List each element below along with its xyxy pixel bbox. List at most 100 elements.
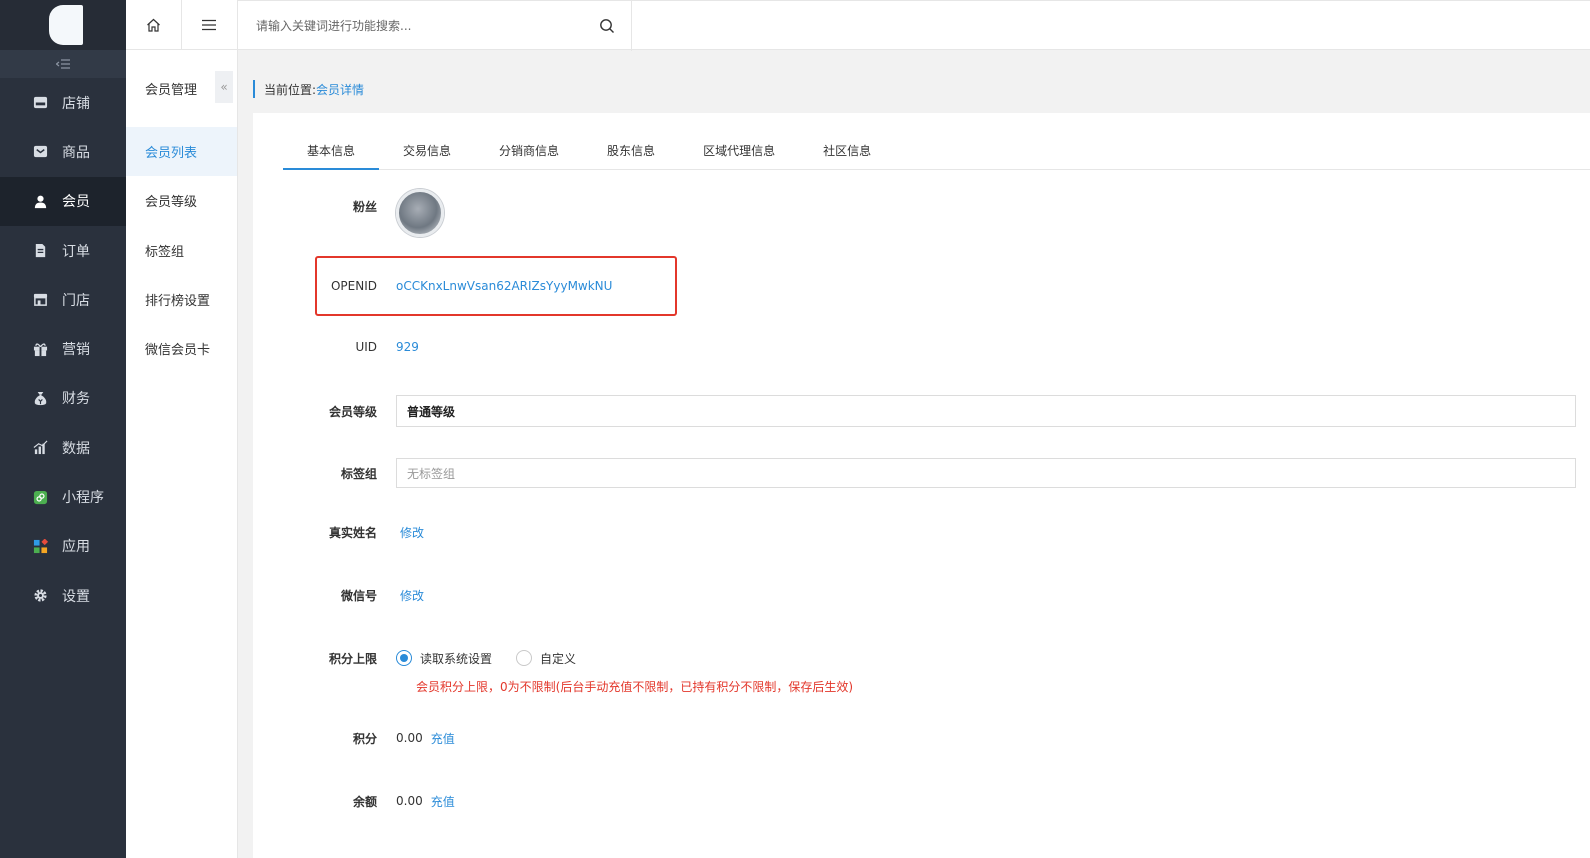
- avatar[interactable]: [396, 189, 444, 237]
- sidebar-item-store[interactable]: 店铺: [0, 78, 126, 127]
- indent-icon: [56, 59, 70, 69]
- tag-group-label: 标签组: [340, 466, 377, 481]
- subbar-item-ranking-settings[interactable]: 排行榜设置: [126, 275, 237, 324]
- openid-value[interactable]: oCCKnxLnwVsan62ARIZsYyyMwkNU: [396, 279, 612, 293]
- member-detail-card: 基本信息 交易信息 分销商信息 股东信息 区域代理信息 社区信息 粉丝 OPEN…: [253, 113, 1590, 858]
- member-level-label: 会员等级: [328, 404, 377, 419]
- breadcrumb-current[interactable]: 会员详情: [316, 81, 364, 98]
- sidebar-item-apps[interactable]: 应用: [0, 522, 126, 571]
- sidebar-item-label: 会员: [62, 194, 90, 211]
- points-limit-label: 积分上限: [328, 651, 377, 666]
- fans-label: 粉丝: [352, 200, 377, 214]
- uid-row: UID 929: [253, 337, 419, 357]
- wechat-row: 微信号 修改: [253, 585, 424, 605]
- radio-system-label: 读取系统设置: [420, 651, 493, 666]
- openid-row: OPENID oCCKnxLnwVsan62ARIZsYyyMwkNU: [253, 276, 612, 296]
- sidebar-item-label: 数据: [62, 440, 90, 457]
- user-icon: [32, 193, 48, 209]
- top-bar: [238, 0, 1590, 51]
- real-name-edit-link[interactable]: 修改: [400, 524, 424, 541]
- sidebar-item-order[interactable]: 订单: [0, 226, 126, 275]
- tag-group-row: 标签组 无标签组: [253, 457, 1576, 489]
- fans-row: 粉丝: [253, 189, 444, 239]
- hamburger-icon: [202, 19, 217, 31]
- logo: [49, 5, 83, 45]
- subbar-title-row: 会员管理 «: [126, 50, 237, 127]
- subbar-collapse-button[interactable]: «: [215, 71, 233, 103]
- balance-row: 余额 0.00 充值: [253, 791, 455, 811]
- money-bag-icon: [32, 390, 48, 406]
- search-box: [238, 1, 632, 51]
- uid-value[interactable]: 929: [396, 340, 419, 354]
- breadcrumb-prefix: 当前位置:: [264, 82, 317, 97]
- sidebar-item-label: 店铺: [62, 95, 90, 112]
- points-limit-row: 积分上限 读取系统设置 自定义: [253, 648, 600, 668]
- sidebar-item-label: 设置: [62, 588, 90, 605]
- radio-custom[interactable]: 自定义: [516, 650, 576, 667]
- member-level-select[interactable]: 普通等级: [396, 395, 1576, 427]
- main-nav: 店铺 商品 会员 订单 门店 营销 财务 数据 小程序 应用 设置: [0, 78, 126, 620]
- subbar-item-member-level[interactable]: 会员等级: [126, 176, 237, 225]
- tab-basic-info[interactable]: 基本信息: [283, 135, 380, 170]
- points-label: 积分: [352, 731, 377, 746]
- search-icon[interactable]: [599, 18, 615, 34]
- breadcrumb: 当前位置: 会员详情: [253, 80, 364, 98]
- tab-bar: 基本信息 交易信息 分销商信息 股东信息 区域代理信息 社区信息: [283, 135, 1590, 170]
- subbar-toolbar: [126, 0, 237, 50]
- sidebar-item-goods[interactable]: 商品: [0, 127, 126, 176]
- home-button[interactable]: [126, 0, 182, 50]
- radio-dot: [396, 650, 412, 666]
- subbar-title: 会员管理: [145, 83, 198, 98]
- radio-system-setting[interactable]: 读取系统设置: [396, 650, 492, 667]
- sidebar-item-member[interactable]: 会员: [0, 176, 126, 226]
- sidebar-item-marketing[interactable]: 营销: [0, 324, 126, 373]
- member-level-row: 会员等级 普通等级: [253, 394, 1576, 428]
- wechat-edit-link[interactable]: 修改: [400, 587, 424, 604]
- tag-group-input[interactable]: 无标签组: [396, 458, 1576, 488]
- tab-regional-agent-info[interactable]: 区域代理信息: [679, 135, 799, 170]
- sidebar-item-data[interactable]: 数据: [0, 423, 126, 472]
- home-icon: [146, 18, 160, 32]
- tab-trade-info[interactable]: 交易信息: [379, 135, 475, 170]
- miniprogram-icon: [32, 489, 48, 505]
- gift-icon: [32, 341, 48, 357]
- uid-label: UID: [355, 340, 377, 354]
- apps-icon: [32, 538, 48, 554]
- sidebar-item-label: 营销: [62, 342, 90, 359]
- sidebar-item-shop[interactable]: 门店: [0, 275, 126, 324]
- main-sidebar: 店铺 商品 会员 订单 门店 营销 财务 数据 小程序 应用 设置: [0, 0, 126, 858]
- balance-recharge-link[interactable]: 充值: [431, 793, 455, 810]
- sidebar-item-label: 应用: [62, 539, 90, 556]
- points-recharge-link[interactable]: 充值: [431, 730, 455, 747]
- subbar-item-member-list[interactable]: 会员列表: [126, 127, 237, 177]
- tab-distributor-info[interactable]: 分销商信息: [475, 135, 583, 170]
- points-row: 积分 0.00 充值: [253, 728, 455, 748]
- shop-icon: [32, 292, 48, 308]
- points-value: 0.00: [396, 731, 423, 745]
- goods-icon: [32, 144, 48, 160]
- sidebar-item-label: 门店: [62, 292, 90, 309]
- real-name-row: 真实姓名 修改: [253, 522, 424, 542]
- sidebar-item-finance[interactable]: 财务: [0, 374, 126, 423]
- sidebar-item-label: 订单: [62, 243, 90, 260]
- sidebar-toggle-button[interactable]: [0, 50, 126, 78]
- real-name-label: 真实姓名: [328, 525, 377, 540]
- openid-label: OPENID: [330, 279, 377, 293]
- tab-community-info[interactable]: 社区信息: [799, 135, 895, 170]
- chart-icon: [32, 440, 48, 456]
- gear-icon: [32, 588, 48, 604]
- balance-label: 余额: [352, 794, 377, 809]
- radio-custom-label: 自定义: [540, 651, 577, 666]
- tab-shareholder-info[interactable]: 股东信息: [583, 135, 679, 170]
- order-icon: [32, 243, 48, 259]
- points-limit-hint: 会员积分上限，0为不限制(后台手动充值不限制，已持有积分不限制，保存后生效): [416, 680, 854, 694]
- store-icon: [32, 95, 48, 111]
- subbar-item-tag-group[interactable]: 标签组: [126, 226, 237, 275]
- menu-button[interactable]: [182, 0, 238, 50]
- search-input[interactable]: [256, 19, 586, 33]
- sidebar-item-settings[interactable]: 设置: [0, 571, 126, 620]
- sidebar-item-miniprogram[interactable]: 小程序: [0, 472, 126, 521]
- sidebar-item-label: 财务: [62, 391, 90, 408]
- subbar-item-wechat-card[interactable]: 微信会员卡: [126, 324, 237, 373]
- logo-area: [0, 0, 126, 50]
